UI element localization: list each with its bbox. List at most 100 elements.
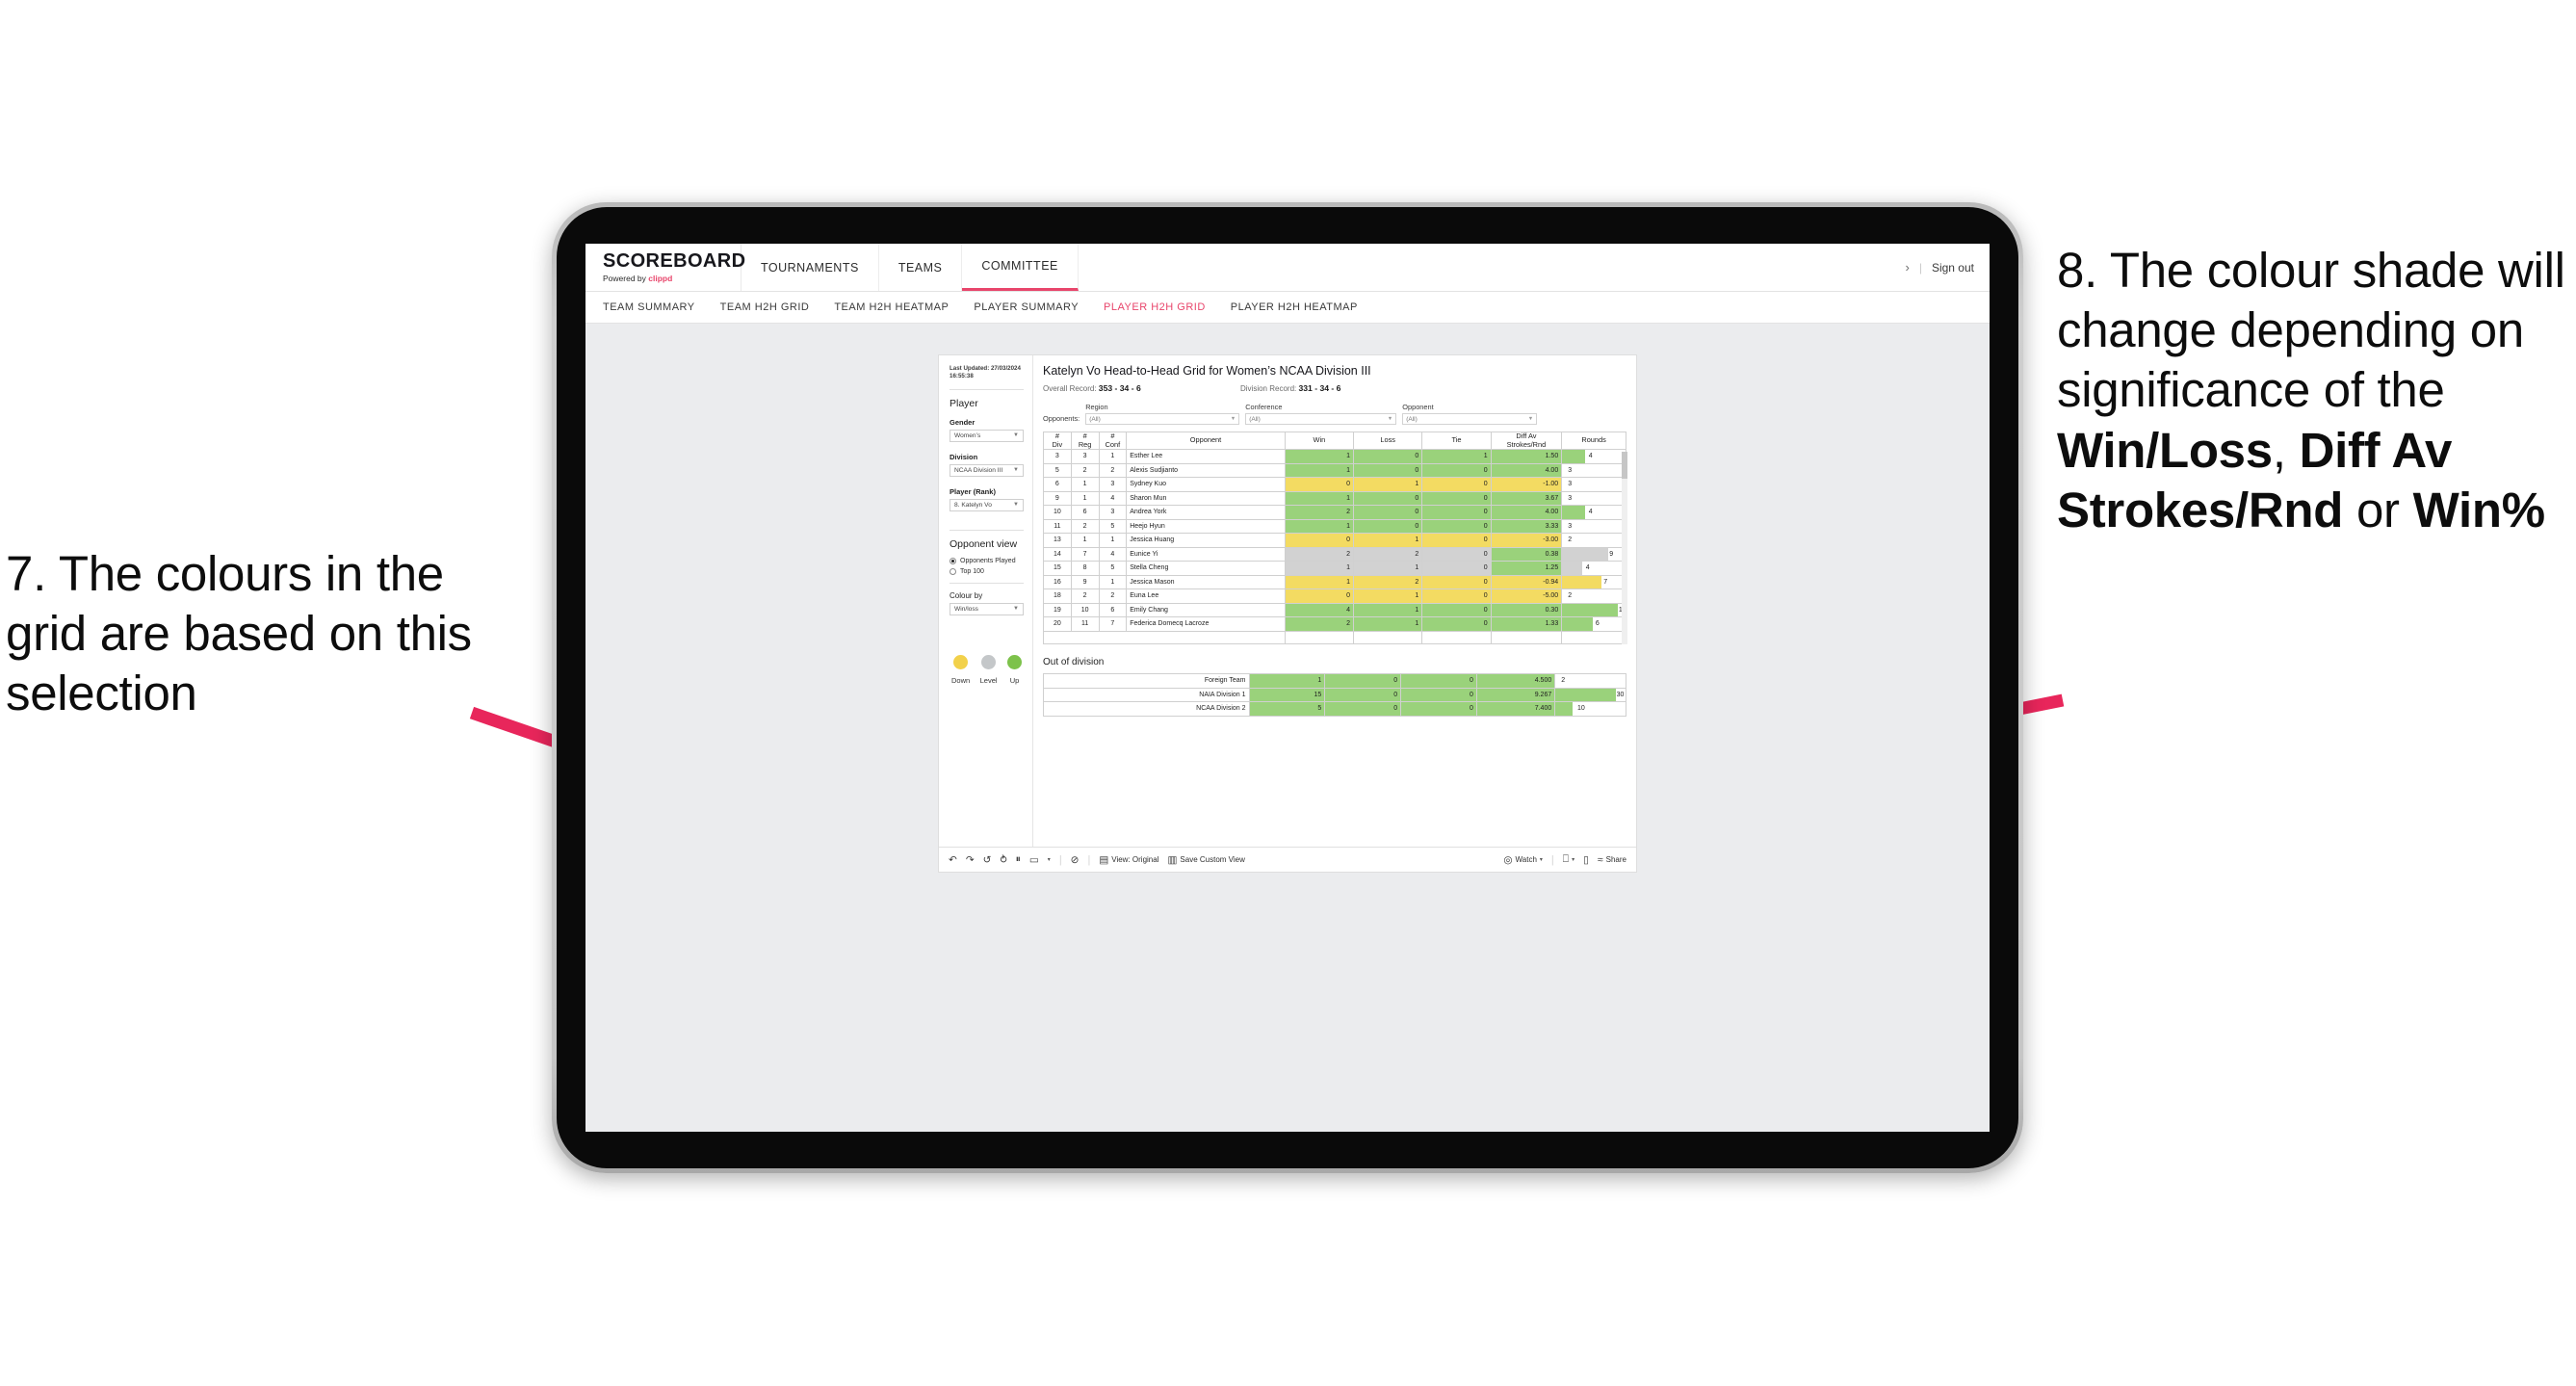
- filter-opponent-label: Opponent: [1402, 403, 1434, 411]
- subnav-item-team-summary[interactable]: TEAM SUMMARY: [603, 301, 695, 313]
- table-row[interactable]: 9 1 4 Sharon Mun 1 0 0 3.67 3: [1043, 490, 1626, 507]
- chevron-down-icon: ▼: [1527, 416, 1534, 422]
- grid-scrollbar-thumb[interactable]: [1622, 452, 1627, 479]
- watch-button[interactable]: ◎ Watch ▾: [1503, 854, 1543, 866]
- legend-dot-up: [1007, 654, 1022, 669]
- column-header-div[interactable]: # Div: [1043, 431, 1072, 451]
- shape-icon[interactable]: ▭: [1029, 854, 1039, 866]
- topnav-item-tournaments[interactable]: TOURNAMENTS: [742, 244, 879, 291]
- column-header-conf[interactable]: # Conf: [1098, 431, 1128, 451]
- cell-rounds: 3: [1561, 462, 1626, 479]
- column-header-rounds[interactable]: Rounds: [1561, 431, 1626, 451]
- cell-win: 1: [1284, 518, 1355, 535]
- cell-div-rank: 19: [1043, 602, 1072, 618]
- radio-top-100[interactable]: Top 100: [950, 567, 1024, 575]
- table-row[interactable]: 14 7 4 Eunice Yi 2 2 0 0.38 9: [1043, 546, 1626, 562]
- table-row[interactable]: 11 2 5 Heejo Hyun 1 0 0 3.33 3: [1043, 518, 1626, 535]
- cell-rounds: 10: [1554, 701, 1626, 717]
- conference-select[interactable]: (All) ▼: [1245, 413, 1397, 425]
- view-original-button[interactable]: ▤ View: Original: [1099, 854, 1158, 866]
- sidebar-divider-3: [950, 582, 1024, 584]
- table-row[interactable]: Foreign Team 1 0 0 4.500 2: [1043, 673, 1626, 689]
- radio-opponents-played[interactable]: Opponents Played: [950, 557, 1024, 564]
- subnav-item-player-summary[interactable]: PLAYER SUMMARY: [974, 301, 1079, 313]
- cell-rounds: 4: [1561, 505, 1626, 520]
- table-row[interactable]: 3 3 1 Esther Lee 1 0 1 1.50 4: [1043, 449, 1626, 464]
- table-row[interactable]: 18 2 2 Euna Lee 0 1 0 -5.00 2: [1043, 588, 1626, 604]
- table-row[interactable]: 19106Emily Chang4100.3011: [1043, 602, 1626, 618]
- redo-icon[interactable]: ↷: [966, 854, 975, 866]
- annotation-left: 7. The colours in the grid are based on …: [6, 546, 472, 721]
- column-header-diff-av-strokes-rnd[interactable]: Diff Av Strokes/Rnd: [1490, 431, 1563, 451]
- rounds-value: 4: [1585, 564, 1590, 572]
- filter-conference: Conference (All) ▼: [1245, 403, 1397, 425]
- spacer-left: [1043, 630, 1286, 645]
- cell-div-rank: 18: [1043, 588, 1072, 604]
- column-header-reg[interactable]: # Reg: [1070, 431, 1100, 451]
- table-row[interactable]: NAIA Division 1 15 0 0 9.267 30: [1043, 687, 1626, 703]
- h2h-grid-wrapper: # Div # Reg # Conf Opponent Win Loss Tie Diff Av St…: [1043, 431, 1627, 645]
- table-row[interactable]: 20 11 7 Federica Domecq Lacroze 2 1 0 1.33 6: [1043, 616, 1626, 632]
- tablet-device: SCOREBOARD Powered by clippd TOURNAMENTS…: [552, 202, 2023, 1173]
- division-record: Division Record: 331 - 34 - 6: [1240, 383, 1340, 393]
- undo-icon[interactable]: ↶: [949, 854, 957, 866]
- player-rank-select[interactable]: 8. Katelyn Vo ▼: [950, 498, 1024, 511]
- table-row[interactable]: NCAA Division 2 5 0 0 7.400 10: [1043, 701, 1626, 717]
- topnav-item-committee[interactable]: COMMITTEE: [962, 244, 1079, 291]
- rounds-value: 2: [1568, 592, 1573, 600]
- subnav-item-player-h2h-grid[interactable]: PLAYER H2H GRID: [1104, 301, 1206, 313]
- cell-opponent-name: Jessica Mason: [1126, 574, 1286, 590]
- cell-loss: 0: [1324, 673, 1402, 689]
- table-row[interactable]: 16 9 1 Jessica Mason 1 2 0 -0.94 7: [1043, 574, 1626, 590]
- cell-conf-rank: 5: [1098, 561, 1128, 576]
- table-row[interactable]: 10 6 3 Andrea York 2 0 0 4.00 4: [1043, 505, 1626, 520]
- pause-icon[interactable]: ⏸: [1016, 853, 1021, 866]
- subnav-item-player-h2h-heatmap[interactable]: PLAYER H2H HEATMAP: [1231, 301, 1358, 313]
- division-record-value: 331 - 34 - 6: [1298, 383, 1341, 393]
- topnav-item-teams[interactable]: TEAMS: [879, 244, 963, 291]
- mobile-layout-icon[interactable]: ▯: [1583, 854, 1589, 866]
- subnav-item-team-h2h-grid[interactable]: TEAM H2H GRID: [720, 301, 810, 313]
- colour-by-select[interactable]: Win/loss ▼: [950, 602, 1024, 615]
- table-row[interactable]: 5 2 2 Alexis Sudjianto 1 0 0 4.00 3: [1043, 462, 1626, 479]
- chevron-down-icon: ▾: [1572, 857, 1575, 863]
- cell-loss: 0: [1324, 687, 1402, 703]
- refresh-icon[interactable]: ⥁: [1000, 854, 1006, 866]
- cell-reg-rank: 6: [1070, 505, 1100, 520]
- annotation-text: or: [2343, 482, 2413, 537]
- share-button[interactable]: ≈ Share: [1598, 854, 1626, 866]
- chevron-right-icon[interactable]: ›: [1905, 260, 1909, 275]
- save-custom-view-button[interactable]: ▥ Save Custom View: [1167, 854, 1244, 866]
- gender-select[interactable]: Women’s ▼: [950, 429, 1024, 442]
- cell-conf-rank: 6: [1098, 602, 1128, 618]
- cell-opponent-name: Sydney Kuo: [1126, 477, 1286, 492]
- cell-loss: 1: [1353, 616, 1423, 632]
- table-row[interactable]: 13 1 1 Jessica Huang 0 1 0 -3.00 2: [1043, 533, 1626, 548]
- cell-opponent-name: Stella Cheng: [1126, 561, 1286, 576]
- division-value: NCAA Division III: [954, 466, 1003, 474]
- division-select[interactable]: NCAA Division III ▼: [950, 463, 1024, 477]
- revert-icon[interactable]: ↺: [983, 854, 992, 866]
- table-row[interactable]: 15 8 5 Stella Cheng 1 1 0 1.25 4: [1043, 561, 1626, 576]
- cell-div-rank: 14: [1043, 546, 1072, 562]
- table-row[interactable]: 6 1 3 Sydney Kuo 0 1 0 -1.00 3: [1043, 477, 1626, 492]
- chevron-down-icon[interactable]: ▾: [1048, 856, 1051, 863]
- annotation-right: 8. The colour shade will change dependin…: [2057, 241, 2567, 540]
- cell-div-rank: 15: [1043, 561, 1072, 576]
- brand-logo[interactable]: SCOREBOARD Powered by clippd: [585, 244, 745, 291]
- subnav-item-team-h2h-heatmap[interactable]: TEAM H2H HEATMAP: [834, 301, 949, 313]
- legend-item-down: Down: [951, 654, 970, 685]
- column-header-opponent[interactable]: Opponent: [1126, 431, 1286, 451]
- sidebar-heading-player: Player: [950, 397, 978, 409]
- opponent-select[interactable]: (All) ▼: [1402, 413, 1538, 425]
- download-button[interactable]: ⎕ ▾: [1563, 853, 1574, 866]
- region-select[interactable]: (All) ▼: [1085, 413, 1240, 425]
- grid-scrollbar-track[interactable]: [1622, 452, 1627, 645]
- column-header-loss[interactable]: Loss: [1353, 431, 1423, 451]
- annotation-text: 8. The colour shade will change dependin…: [2057, 243, 2565, 418]
- column-header-win[interactable]: Win: [1284, 431, 1355, 451]
- alert-icon[interactable]: ⊘: [1071, 854, 1080, 866]
- rounds-bar: [1562, 562, 1582, 575]
- column-header-tie[interactable]: Tie: [1421, 431, 1492, 451]
- sign-out-link[interactable]: Sign out: [1932, 261, 1974, 275]
